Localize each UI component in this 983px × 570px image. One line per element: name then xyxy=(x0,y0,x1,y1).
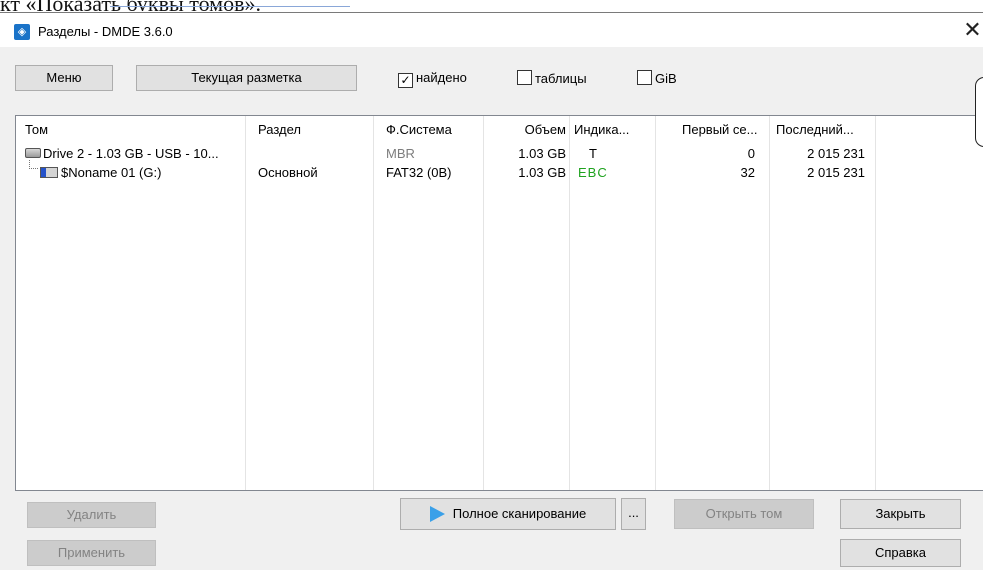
volume-name: $Noname 01 (G:) xyxy=(61,165,162,180)
drive-last-sector: 2 015 231 xyxy=(807,146,865,161)
column-divider xyxy=(875,116,876,490)
drive-volume-name: Drive 2 - 1.03 GB - USB - 10... xyxy=(43,146,219,161)
column-divider xyxy=(655,116,656,490)
column-divider xyxy=(569,116,570,490)
checkbox-empty-icon xyxy=(517,70,532,85)
checkbox-empty-icon xyxy=(637,70,652,85)
partitions-window: ◈ Разделы - DMDE 3.6.0 ✕ Меню Текущая ра… xyxy=(0,13,983,570)
column-divider xyxy=(373,116,374,490)
volume-size: 1.03 GB xyxy=(518,165,566,180)
column-header-partition[interactable]: Раздел xyxy=(258,122,301,137)
column-header-first-sector[interactable]: Первый се... xyxy=(682,122,758,137)
found-checkbox-label: найдено xyxy=(416,70,467,85)
volume-filesystem: FAT32 (0B) xyxy=(386,165,452,180)
tables-checkbox-label: таблицы xyxy=(535,71,587,86)
table-row-volume[interactable]: $Noname 01 (G:) xyxy=(40,165,161,180)
open-volume-button[interactable]: Открыть том xyxy=(674,499,814,529)
drive-first-sector: 0 xyxy=(747,146,755,161)
delete-button[interactable]: Удалить xyxy=(27,502,156,528)
column-divider xyxy=(483,116,484,490)
column-header-filesystem[interactable]: Ф.Система xyxy=(386,122,452,137)
drive-icon xyxy=(25,148,41,158)
drive-size: 1.03 GB xyxy=(518,146,566,161)
partitions-list[interactable]: Том Раздел Ф.Система Объем Индика... Пер… xyxy=(15,115,983,491)
background-link-underline xyxy=(110,6,350,7)
more-options-button[interactable]: ... xyxy=(621,498,646,530)
help-button[interactable]: Справка xyxy=(840,539,961,567)
tables-checkbox[interactable]: таблицы xyxy=(517,70,587,88)
table-row-drive[interactable]: Drive 2 - 1.03 GB - USB - 10... xyxy=(25,146,219,161)
close-window-button[interactable]: ✕ xyxy=(962,18,983,44)
gib-checkbox[interactable]: GiB xyxy=(637,70,677,88)
close-button[interactable]: Закрыть xyxy=(840,499,961,529)
volume-last-sector: 2 015 231 xyxy=(807,165,865,180)
check-icon: ✓ xyxy=(398,73,413,88)
window-title: Разделы - DMDE 3.6.0 xyxy=(38,24,173,39)
column-header-last-sector[interactable]: Последний... xyxy=(776,122,854,137)
column-header-volume[interactable]: Том xyxy=(25,122,48,137)
background-shape xyxy=(975,77,983,147)
tree-connector xyxy=(29,160,38,169)
volume-first-sector: 32 xyxy=(740,165,755,180)
column-header-size[interactable]: Объем xyxy=(486,122,566,137)
volume-icon xyxy=(40,167,58,178)
column-divider xyxy=(245,116,246,490)
current-layout-button[interactable]: Текущая разметка xyxy=(136,65,357,91)
drive-indicator: T xyxy=(589,146,597,161)
menu-button[interactable]: Меню xyxy=(15,65,113,91)
volume-indicator: EBC xyxy=(578,165,608,180)
volume-partition-type: Основной xyxy=(258,165,318,180)
drive-filesystem: MBR xyxy=(386,146,415,161)
column-divider xyxy=(769,116,770,490)
full-scan-button[interactable]: Полное сканирование xyxy=(400,498,616,530)
column-header-indicator[interactable]: Индика... xyxy=(574,122,629,137)
found-checkbox[interactable]: ✓ найдено xyxy=(398,70,467,88)
title-bar[interactable]: ◈ Разделы - DMDE 3.6.0 ✕ xyxy=(0,13,983,47)
full-scan-label: Полное сканирование xyxy=(452,506,587,521)
play-icon xyxy=(429,506,445,522)
gib-checkbox-label: GiB xyxy=(655,71,677,86)
apply-button[interactable]: Применить xyxy=(27,540,156,566)
dmde-app-icon: ◈ xyxy=(14,24,30,40)
